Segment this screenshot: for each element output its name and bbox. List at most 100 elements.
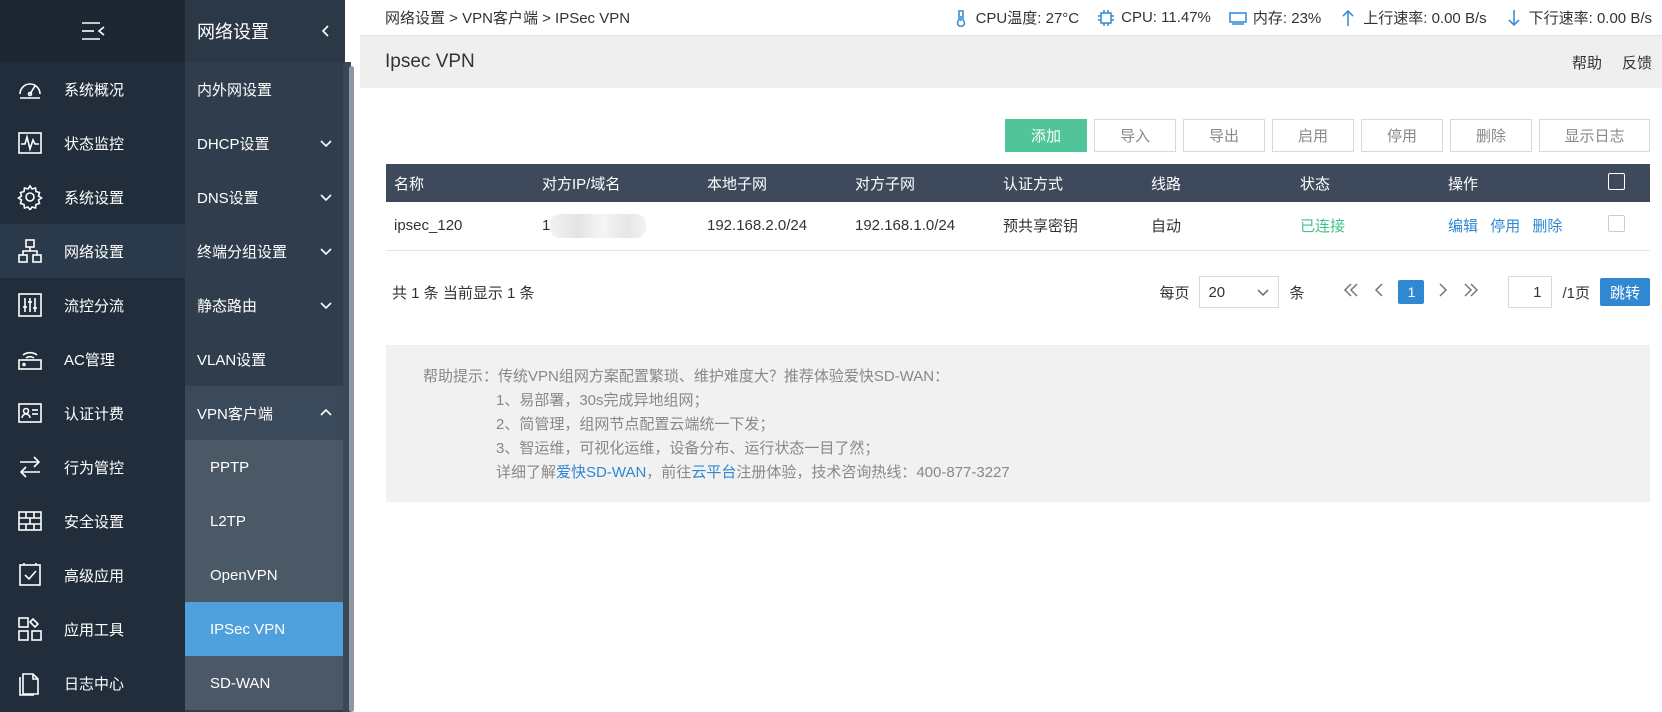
sidebar-item-system-settings[interactable]: 系统设置 <box>0 170 185 224</box>
enable-button[interactable]: 启用 <box>1272 119 1354 152</box>
total-pages: /1页 <box>1562 284 1590 302</box>
help-tip-panel: 帮助提示：传统VPN组网方案配置繁琐、维护难度大？推荐体验爱快SD-WAN： 1… <box>386 345 1650 502</box>
chevron-up-icon <box>320 408 332 416</box>
subnav-item-static-routes[interactable]: 静态路由 <box>185 278 345 332</box>
subnav-item-lan-wan[interactable]: 内外网设置 <box>185 62 345 116</box>
main-sidebar: 系统概况 状态监控 系统设置 网络设置 流控分流 AC管理 认证计费 行为管控 … <box>0 0 185 712</box>
page-title-bar: Ipsec VPN 帮助 反馈 <box>360 36 1662 88</box>
add-button[interactable]: 添加 <box>1005 119 1087 152</box>
subnav-item-dns[interactable]: DNS设置 <box>185 170 345 224</box>
column-header: 本地子网 <box>707 175 768 193</box>
sidebar-item-security[interactable]: 安全设置 <box>0 494 185 548</box>
document-icon <box>16 669 44 697</box>
subnav-subitem-pptp[interactable]: PPTP <box>185 440 345 494</box>
goto-page-input[interactable]: 1 <box>1508 276 1553 308</box>
sidebar-item-traffic-control[interactable]: 流控分流 <box>0 278 185 332</box>
chevron-down-icon <box>320 248 332 256</box>
export-button[interactable]: 导出 <box>1183 119 1265 152</box>
disable-button[interactable]: 停用 <box>1361 119 1443 152</box>
edit-link[interactable]: 编辑 <box>1448 218 1478 235</box>
sidebar-item-ac-management[interactable]: AC管理 <box>0 332 185 386</box>
peer-ip-partial: 1 <box>542 216 551 234</box>
sidebar-scrollbar-thumb[interactable] <box>349 66 354 712</box>
delete-link[interactable]: 删除 <box>1532 218 1562 235</box>
cpu-temp-value: CPU温度: 27°C <box>975 10 1080 27</box>
arrow-down-icon <box>1508 9 1520 26</box>
select-all-checkbox[interactable] <box>1608 172 1625 190</box>
wifi-router-icon <box>16 345 44 373</box>
help-point-1: 1、易部署，30s完成异地组网； <box>496 392 709 409</box>
subnav-subitem-sd-wan[interactable]: SD-WAN <box>185 656 345 710</box>
subnav-header: 网络设置 <box>185 0 345 62</box>
help-detail: 详细了解爱快SD-WAN，前往云平台注册体验，技术咨询热线：400-877-32… <box>423 461 1650 485</box>
sidebar-item-label: 系统概况 <box>64 81 125 99</box>
memory-value: 内存: 23% <box>1252 10 1322 27</box>
sidebar-item-label: 流控分流 <box>64 297 125 315</box>
dashboard-icon <box>16 75 44 103</box>
checklist-icon <box>16 561 44 589</box>
per-page-label: 每页 <box>1159 284 1190 302</box>
cell-status: 已连接 <box>1300 218 1346 236</box>
id-card-icon <box>16 399 44 427</box>
sidebar-item-advanced[interactable]: 高级应用 <box>0 548 185 602</box>
sidebar-item-status-monitor[interactable]: 状态监控 <box>0 116 185 170</box>
subnav-subitem-label: L2TP <box>210 512 246 530</box>
prev-page-button[interactable] <box>1370 281 1388 303</box>
subnav-title: 网络设置 <box>197 22 269 42</box>
subnav-subitem-l2tp[interactable]: L2TP <box>185 494 345 548</box>
sdwan-link[interactable]: 爱快SD-WAN <box>556 464 646 481</box>
sidebar-item-label: AC管理 <box>64 351 115 369</box>
sidebar-item-label: 系统设置 <box>64 189 125 207</box>
goto-button[interactable]: 跳转 <box>1600 278 1650 306</box>
help-link[interactable]: 帮助 <box>1572 52 1602 73</box>
chevron-left-icon[interactable] <box>319 24 333 38</box>
firewall-icon <box>16 507 44 535</box>
chevron-down-icon <box>320 194 332 202</box>
chevron-right-icon <box>1439 283 1448 297</box>
last-page-button[interactable] <box>1462 281 1480 303</box>
feedback-link[interactable]: 反馈 <box>1622 52 1652 73</box>
sidebar-item-label: 认证计费 <box>64 405 125 423</box>
sidebar-item-behavior-control[interactable]: 行为管控 <box>0 440 185 494</box>
subnav-item-dhcp[interactable]: DHCP设置 <box>185 116 345 170</box>
sidebar-item-label: 状态监控 <box>64 135 125 153</box>
current-page-button[interactable]: 1 <box>1398 280 1425 304</box>
per-page-select[interactable]: 20 <box>1199 276 1280 308</box>
sidebar-item-network-settings[interactable]: 网络设置 <box>0 224 185 278</box>
sidebar-item-authentication[interactable]: 认证计费 <box>0 386 185 440</box>
import-button[interactable]: 导入 <box>1094 119 1176 152</box>
network-icon <box>16 237 44 265</box>
disable-link[interactable]: 停用 <box>1490 218 1520 235</box>
subnav-subitem-ipsec-vpn[interactable]: IPSec VPN <box>185 602 345 656</box>
sidebar-item-app-tools[interactable]: 应用工具 <box>0 602 185 656</box>
memory-stat: 内存: 23% <box>1229 7 1321 28</box>
row-checkbox[interactable] <box>1608 215 1625 233</box>
cpu-temp-stat: CPU温度: 27°C <box>952 7 1080 28</box>
cloud-platform-link[interactable]: 云平台 <box>691 464 736 481</box>
subnav-item-vlan[interactable]: VLAN设置 <box>185 332 345 386</box>
sidebar-item-label: 网络设置 <box>64 243 125 261</box>
next-page-button[interactable] <box>1434 281 1452 303</box>
pagination-controls: 每页 20 条 1 1 /1页 跳转 <box>1159 276 1650 308</box>
sliders-icon <box>16 291 44 319</box>
download-stat: 下行速率: 0.00 B/s <box>1505 7 1652 28</box>
main-content: 网络设置 > VPN客户端 > IPSec VPN CPU温度: 27°C CP… <box>360 0 1662 712</box>
subnav-item-vpn-client[interactable]: VPN客户端 <box>185 386 345 440</box>
sidebar-item-label: 安全设置 <box>64 513 125 531</box>
show-log-button[interactable]: 显示日志 <box>1539 119 1650 152</box>
chevron-left-icon <box>1375 283 1384 297</box>
column-header: 名称 <box>394 175 425 193</box>
subnav-subitem-openvpn[interactable]: OpenVPN <box>185 548 345 602</box>
cpu-value: CPU: 11.47% <box>1121 9 1211 26</box>
column-header: 操作 <box>1448 175 1479 193</box>
column-header: 对方子网 <box>855 175 916 193</box>
subnav-subitem-label: OpenVPN <box>210 566 278 584</box>
delete-button[interactable]: 删除 <box>1450 119 1532 152</box>
sidebar-item-overview[interactable]: 系统概况 <box>0 62 185 116</box>
sub-sidebar: 网络设置 内外网设置 DHCP设置 DNS设置 终端分组设置 静态路由 VLAN… <box>185 0 345 712</box>
subnav-item-terminal-groups[interactable]: 终端分组设置 <box>185 224 345 278</box>
first-page-button[interactable] <box>1342 281 1360 303</box>
sidebar-item-log-center[interactable]: 日志中心 <box>0 656 185 710</box>
menu-toggle-button[interactable] <box>0 0 185 62</box>
cpu-stat: CPU: 11.47% <box>1097 9 1211 27</box>
